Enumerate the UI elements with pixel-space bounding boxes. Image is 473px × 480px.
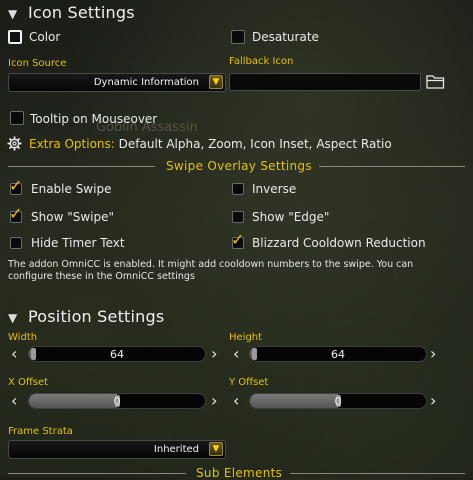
icon-source-value: Dynamic Information bbox=[93, 77, 199, 88]
tooltip-checkbox[interactable] bbox=[10, 111, 24, 125]
extra-options-row[interactable]: Extra Options: Default Alpha, Zoom, Icon… bbox=[29, 137, 392, 151]
x-offset-slider[interactable]: 0 bbox=[28, 393, 206, 409]
chevron-down-icon: ▼ bbox=[8, 7, 18, 21]
blizzard-cooldown-label: Blizzard Cooldown Reduction bbox=[252, 236, 426, 250]
x-offset-label: X Offset bbox=[8, 377, 49, 388]
extra-options-value: Default Alpha, Zoom, Icon Inset, Aspect … bbox=[118, 137, 392, 151]
show-edge-checkbox[interactable] bbox=[232, 211, 244, 223]
sub-elements-divider-left bbox=[8, 473, 186, 474]
height-increase-arrow-icon[interactable]: › bbox=[430, 346, 436, 362]
dropdown-arrow-icon[interactable]: ▼ bbox=[209, 442, 223, 456]
omnicc-note-line1: The addon OmniCC is enabled. It might ad… bbox=[8, 259, 414, 270]
frame-strata-value: Inherited bbox=[153, 444, 199, 455]
enable-swipe-checkbox[interactable]: ✓ bbox=[9, 178, 22, 195]
section-divider-left bbox=[8, 166, 155, 167]
fallback-icon-label: Fallback Icon bbox=[229, 56, 294, 67]
width-decrease-arrow-icon[interactable]: ‹ bbox=[11, 346, 17, 362]
gear-icon[interactable] bbox=[7, 136, 22, 151]
height-decrease-arrow-icon[interactable]: ‹ bbox=[233, 346, 239, 362]
y-offset-value: 0 bbox=[334, 395, 342, 408]
folder-icon[interactable] bbox=[426, 73, 445, 89]
frame-strata-label: Frame Strata bbox=[8, 426, 73, 437]
desaturate-label: Desaturate bbox=[252, 30, 319, 44]
sub-elements-divider-right bbox=[290, 473, 465, 474]
show-edge-label: Show "Edge" bbox=[252, 210, 330, 224]
section-divider-right bbox=[319, 166, 465, 167]
enable-swipe-label: Enable Swipe bbox=[31, 182, 112, 196]
hide-timer-label: Hide Timer Text bbox=[31, 236, 125, 250]
height-slider[interactable]: 64 bbox=[249, 346, 427, 362]
omnicc-note-line2: configure these in the OmniCC settings bbox=[8, 271, 195, 282]
sub-elements-title: Sub Elements bbox=[196, 466, 283, 480]
extra-options-label: Extra Options: bbox=[29, 137, 115, 151]
y-offset-label: Y Offset bbox=[229, 377, 269, 388]
icon-source-dropdown[interactable]: Dynamic Information ▼ bbox=[8, 73, 226, 92]
hide-timer-checkbox[interactable] bbox=[10, 237, 22, 249]
width-increase-arrow-icon[interactable]: › bbox=[211, 346, 217, 362]
desaturate-checkbox[interactable] bbox=[231, 30, 245, 44]
color-label: Color bbox=[29, 30, 61, 44]
width-value: 64 bbox=[110, 348, 124, 361]
checkmark-icon: ✓ bbox=[9, 204, 23, 223]
omnicc-note: The addon OmniCC is enabled. It might ad… bbox=[8, 259, 468, 283]
x-offset-increase-arrow-icon[interactable]: › bbox=[211, 393, 217, 409]
show-swipe-checkbox[interactable]: ✓ bbox=[9, 206, 22, 223]
position-settings-title: Position Settings bbox=[28, 307, 165, 326]
inverse-label: Inverse bbox=[252, 182, 297, 196]
dropdown-arrow-icon[interactable]: ▼ bbox=[209, 75, 223, 89]
height-label: Height bbox=[229, 332, 263, 343]
position-settings-header[interactable]: ▼ Position Settings bbox=[8, 307, 164, 326]
icon-settings-title: Icon Settings bbox=[28, 3, 135, 22]
inverse-checkbox[interactable] bbox=[232, 183, 244, 195]
chevron-down-icon: ▼ bbox=[8, 311, 18, 325]
icon-source-label: Icon Source bbox=[8, 58, 67, 69]
color-checkbox[interactable] bbox=[8, 30, 22, 44]
tooltip-label: Tooltip on Mouseover bbox=[30, 112, 158, 126]
width-label: Width bbox=[8, 332, 38, 343]
checkmark-icon: ✓ bbox=[9, 176, 23, 195]
y-offset-slider[interactable]: 0 bbox=[249, 393, 427, 409]
x-offset-decrease-arrow-icon[interactable]: ‹ bbox=[11, 393, 17, 409]
x-offset-value: 0 bbox=[113, 395, 121, 408]
y-offset-increase-arrow-icon[interactable]: › bbox=[430, 393, 436, 409]
checkmark-icon: ✓ bbox=[231, 230, 245, 249]
swipe-overlay-title: Swipe Overlay Settings bbox=[166, 159, 312, 173]
show-swipe-label: Show "Swipe" bbox=[31, 210, 114, 224]
height-value: 64 bbox=[331, 348, 345, 361]
frame-strata-dropdown[interactable]: Inherited ▼ bbox=[8, 440, 226, 459]
blizzard-cooldown-checkbox[interactable]: ✓ bbox=[231, 232, 244, 249]
fallback-icon-input[interactable] bbox=[229, 73, 421, 91]
width-slider[interactable]: 64 bbox=[28, 346, 206, 362]
icon-settings-header[interactable]: ▼ Icon Settings bbox=[8, 3, 135, 22]
y-offset-decrease-arrow-icon[interactable]: ‹ bbox=[233, 393, 239, 409]
